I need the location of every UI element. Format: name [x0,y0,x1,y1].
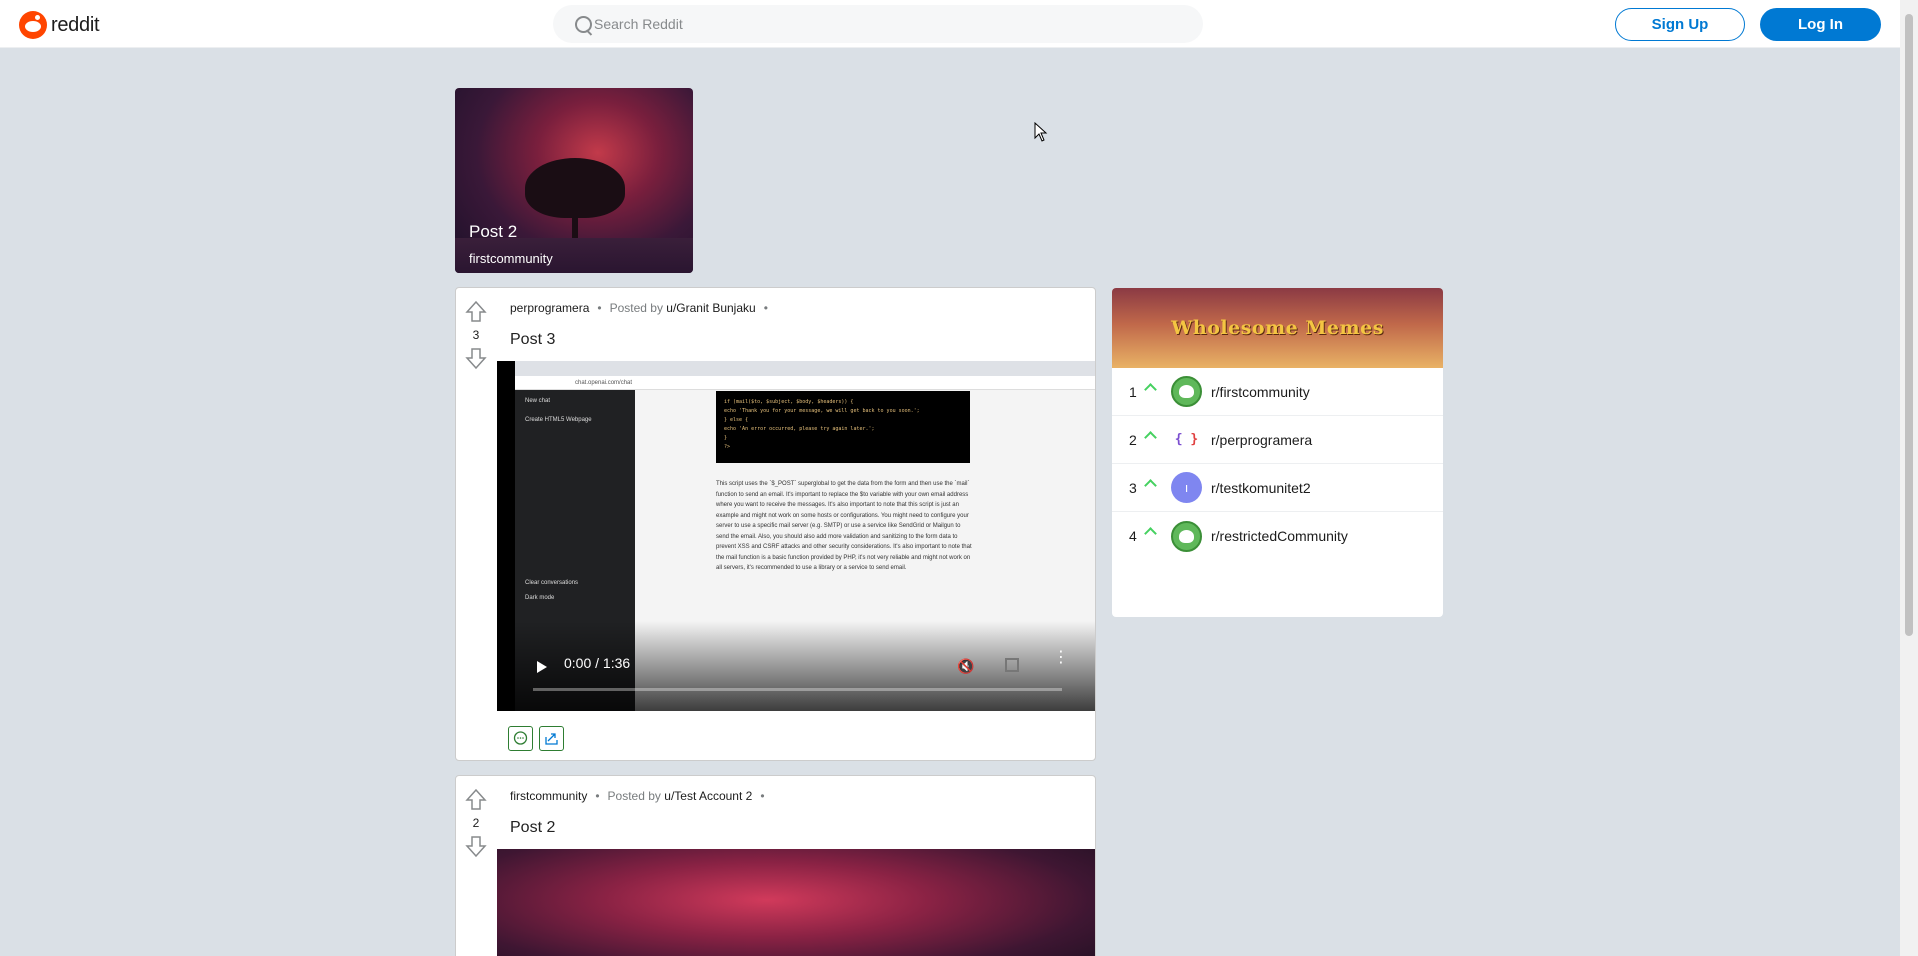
browser-tab-strip [515,361,1095,376]
downvote-arrow-icon[interactable] [465,346,487,370]
video-sidebar-item: New chat [525,398,551,404]
trending-post-community: firstcommunity [469,251,553,266]
code-braces-icon: { } [1171,424,1202,455]
post-community-link[interactable]: firstcommunity [510,789,587,803]
meta-separator: • [763,301,768,315]
meta-separator: • [760,789,765,803]
rank-number: 3 [1129,479,1137,496]
post-title[interactable]: Post 2 [510,819,555,837]
video-timestamp: 0:00 / 1:36 [564,655,631,671]
chat-response-text: This script uses the `$_POST` supergloba… [716,481,972,571]
post-title[interactable]: Post 3 [510,331,555,349]
rank-up-chevron-icon [1144,527,1157,540]
code-line: echo 'An error occurred, please try agai… [724,426,875,432]
upvote-arrow-icon[interactable] [465,300,487,324]
mouse-cursor-icon [1034,122,1048,142]
code-line: echo 'Thank you for your message, we wil… [724,408,920,414]
community-row[interactable]: 1 r/firstcommunity [1112,368,1443,416]
community-row[interactable]: 4 r/restrictedCommunity [1112,512,1443,560]
post-meta: perprogramera • Posted by u/Granit Bunja… [510,301,768,315]
vote-column: 2 [456,776,496,858]
rank-number: 1 [1129,383,1137,400]
video-player[interactable]: chat.openai.com/chat New chat Create HTM… [497,361,1095,711]
more-options-icon[interactable]: ⋮ [1053,650,1069,666]
login-button[interactable]: Log In [1760,8,1881,41]
code-block: if (mail($to, $subject, $body, $headers)… [716,391,970,463]
code-line: } else { [724,417,749,423]
comment-icon [513,731,528,745]
browser-address-bar: chat.openai.com/chat [515,376,1095,390]
volume-icon[interactable]: 🔇 [957,658,975,676]
trending-post-title: Post 2 [469,222,518,241]
reddit-snoo-icon [19,11,47,39]
post-image[interactable] [497,849,1095,956]
share-button[interactable] [539,726,564,751]
community-avatar: ı [1171,472,1202,503]
video-sidebar-item: Create HTML5 Webpage [525,417,592,423]
signup-button[interactable]: Sign Up [1615,8,1745,41]
search-icon [575,15,592,33]
posted-by-label: Posted by [609,301,663,315]
community-name[interactable]: r/firstcommunity [1211,384,1310,400]
community-row[interactable]: 3 ı r/testkomunitet2 [1112,464,1443,512]
video-progress-bar[interactable] [533,688,1062,691]
post-author-link[interactable]: u/Granit Bunjaku [666,301,755,315]
search-bar[interactable] [553,5,1203,43]
post-meta: firstcommunity • Posted by u/Test Accoun… [510,789,765,803]
rank-up-chevron-icon [1144,431,1157,444]
downvote-arrow-icon[interactable] [465,834,487,858]
post-card: 2 firstcommunity • Posted by u/Test Acco… [455,775,1096,956]
community-avatar [1171,520,1202,552]
code-line: } [724,435,728,441]
code-line: ?> [724,444,731,450]
trending-post-card[interactable]: Post 2 firstcommunity [455,88,693,273]
top-header: reddit Sign Up Log In [0,0,1900,48]
vote-count: 2 [472,816,480,830]
upvote-arrow-icon[interactable] [465,788,487,812]
search-input[interactable] [594,16,1154,32]
community-name[interactable]: r/restrictedCommunity [1211,528,1348,544]
community-row[interactable]: 2 { } r/perprogramera [1112,416,1443,464]
rank-up-chevron-icon [1144,479,1157,492]
code-line: if (mail($to, $subject, $body, $headers)… [724,399,854,405]
meta-separator: • [597,301,602,315]
page-scrollbar[interactable] [1900,0,1918,956]
comment-button[interactable] [508,726,533,751]
community-avatar [1171,376,1202,407]
vote-count: 3 [472,328,480,342]
play-icon[interactable] [537,661,547,673]
rank-up-chevron-icon [1144,383,1157,396]
logo-text: reddit [51,13,100,36]
video-sidebar-item: Dark mode [525,595,555,601]
meta-separator: • [595,789,600,803]
top-communities-card: Wholesome Memes 1 r/firstcommunity 2 { }… [1112,288,1443,617]
posted-by-label: Posted by [607,789,661,803]
scrollbar-thumb[interactable] [1905,14,1913,636]
reddit-logo[interactable]: reddit [19,11,100,39]
share-icon [545,733,558,745]
post-community-link[interactable]: perprogramera [510,301,589,315]
post-author-link[interactable]: u/Test Account 2 [664,789,752,803]
post-card: 3 perprogramera • Posted by u/Granit Bun… [455,287,1096,761]
fullscreen-icon[interactable] [1005,658,1019,672]
community-name[interactable]: r/perprogramera [1211,432,1312,448]
rank-number: 4 [1129,528,1137,544]
vote-column: 3 [456,288,496,370]
community-name[interactable]: r/testkomunitet2 [1211,480,1311,496]
community-banner: Wholesome Memes [1112,288,1443,368]
rank-number: 2 [1129,431,1137,448]
video-sidebar-item: Clear conversations [525,580,579,586]
banner-title: Wholesome Memes [1171,317,1384,339]
